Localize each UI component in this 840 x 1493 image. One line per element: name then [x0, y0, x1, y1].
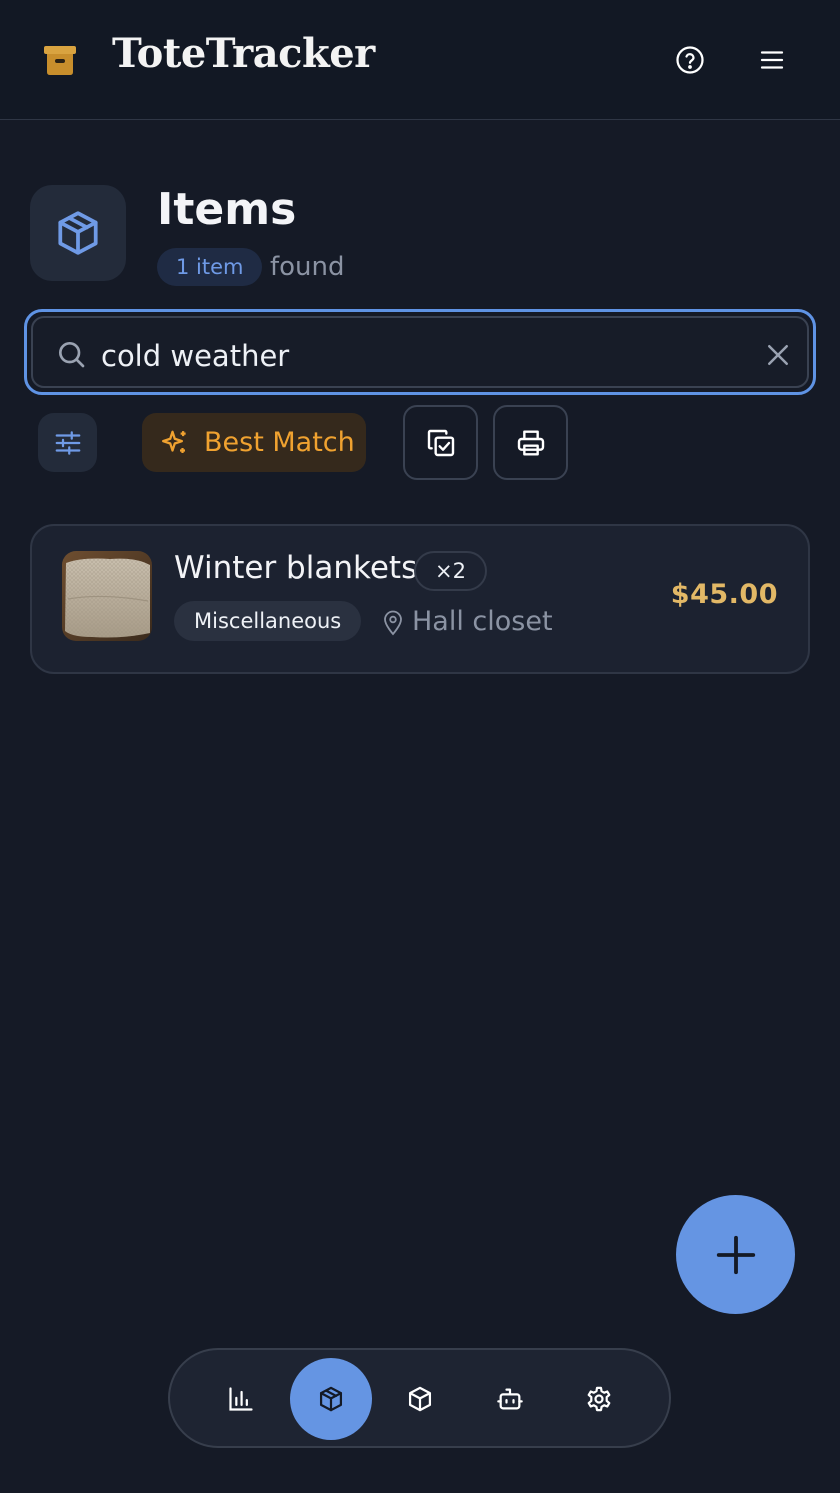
filter-button[interactable] [38, 413, 97, 472]
item-count-badge: 1 item [157, 248, 263, 286]
nav-totes[interactable] [379, 1358, 461, 1440]
help-button[interactable] [670, 40, 710, 80]
map-pin-icon [384, 610, 402, 636]
nav-assistant[interactable] [469, 1358, 551, 1440]
gear-icon [587, 1386, 611, 1412]
item-thumbnail [62, 551, 152, 641]
sliders-icon [55, 430, 80, 455]
bottom-nav [168, 1348, 671, 1448]
add-item-button[interactable] [676, 1195, 795, 1314]
tote-logo-icon [44, 46, 76, 75]
search-field [31, 316, 809, 388]
sort-label: Best Match [204, 427, 355, 458]
search-input[interactable] [99, 330, 743, 382]
question-circle-icon [676, 46, 704, 74]
item-name: Winter blankets [174, 550, 418, 586]
nav-items[interactable] [290, 1358, 372, 1440]
cube-icon [408, 1386, 432, 1412]
nav-dashboard[interactable] [200, 1358, 282, 1440]
item-card[interactable]: Winter blankets ×2 Miscellaneous Hall cl… [30, 524, 810, 674]
item-location: Hall closet [412, 606, 553, 637]
sparkles-icon [162, 430, 186, 453]
package-icon [319, 1386, 343, 1412]
page-title: Items [157, 184, 297, 235]
box-icon [58, 211, 98, 255]
printer-icon [517, 429, 544, 456]
bar-chart-icon [229, 1387, 253, 1411]
select-multiple-icon [427, 429, 454, 456]
app-title: ToteTracker [112, 30, 375, 77]
nav-settings[interactable] [558, 1358, 640, 1440]
plus-icon [716, 1235, 755, 1274]
category-tag: Miscellaneous [174, 601, 362, 641]
quantity-badge: ×2 [414, 551, 487, 591]
close-icon[interactable] [763, 340, 793, 370]
print-button[interactable] [493, 405, 568, 480]
search-field-focus-ring [24, 309, 816, 395]
select-mode-button[interactable] [403, 405, 478, 480]
sort-best-match-button[interactable]: Best Match [142, 413, 366, 472]
menu-button[interactable] [752, 40, 792, 80]
page-icon-tile [30, 185, 126, 281]
found-label: found [270, 252, 345, 282]
app-header: ToteTracker [0, 0, 840, 120]
robot-icon [497, 1388, 523, 1410]
hamburger-menu-icon [760, 51, 784, 69]
item-price: $45.00 [670, 579, 778, 610]
search-icon [59, 342, 85, 368]
